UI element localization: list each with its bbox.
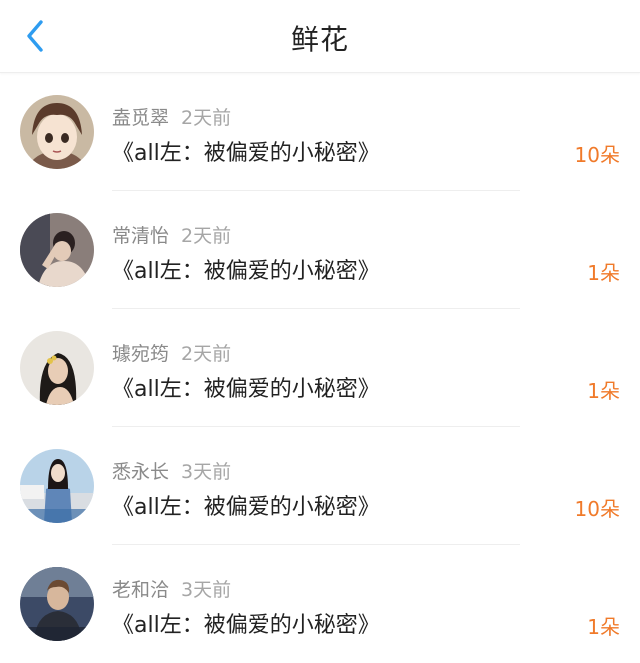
timestamp: 2天前 xyxy=(181,225,232,247)
user-name: 盍觅翠 xyxy=(112,107,170,129)
list-item[interactable]: 悉永长 3天前 《all左：被偏爱的小秘密》 10朵 xyxy=(0,427,640,545)
book-title[interactable]: 《all左：被偏爱的小秘密》 xyxy=(112,253,380,285)
user-name: 老和洽 xyxy=(112,579,170,601)
top-bar: 鲜花 xyxy=(0,0,640,73)
list-item[interactable]: 常清怡 2天前 《all左：被偏爱的小秘密》 1朵 xyxy=(0,191,640,309)
page-title: 鲜花 xyxy=(290,23,349,56)
list-item[interactable]: 老和洽 3天前 《all左：被偏爱的小秘密》 1朵 xyxy=(0,545,640,663)
user-name: 悉永长 xyxy=(112,461,170,483)
avatar[interactable] xyxy=(20,213,94,287)
flower-count: 10朵 xyxy=(574,143,620,167)
user-name: 常清怡 xyxy=(112,225,170,247)
timestamp: 3天前 xyxy=(181,579,232,601)
timestamp: 2天前 xyxy=(181,343,232,365)
avatar[interactable] xyxy=(20,449,94,523)
book-title[interactable]: 《all左：被偏爱的小秘密》 xyxy=(112,607,380,639)
timestamp: 2天前 xyxy=(181,107,232,129)
avatar[interactable] xyxy=(20,331,94,405)
avatar[interactable] xyxy=(20,95,94,169)
flower-list: 盍觅翠 2天前 《all左：被偏爱的小秘密》 10朵 常清怡 2天前 《all左：被… xyxy=(0,73,640,663)
flower-count: 1朵 xyxy=(587,615,620,639)
book-title[interactable]: 《all左：被偏爱的小秘密》 xyxy=(112,489,380,521)
user-name: 璩宛筠 xyxy=(112,343,170,365)
list-item[interactable]: 盍觅翠 2天前 《all左：被偏爱的小秘密》 10朵 xyxy=(0,73,640,191)
book-title[interactable]: 《all左：被偏爱的小秘密》 xyxy=(112,371,380,403)
flower-count: 1朵 xyxy=(587,261,620,285)
list-item[interactable]: 璩宛筠 2天前 《all左：被偏爱的小秘密》 1朵 xyxy=(0,309,640,427)
user-meta: 常清怡 2天前 xyxy=(112,221,231,248)
user-meta: 悉永长 3天前 xyxy=(112,457,231,484)
user-meta: 璩宛筠 2天前 xyxy=(112,339,231,366)
user-meta: 老和洽 3天前 xyxy=(112,575,231,602)
flower-count: 1朵 xyxy=(587,379,620,403)
flower-count: 10朵 xyxy=(574,497,620,521)
book-title[interactable]: 《all左：被偏爱的小秘密》 xyxy=(112,135,380,167)
timestamp: 3天前 xyxy=(181,461,232,483)
user-meta: 盍觅翠 2天前 xyxy=(112,103,231,130)
avatar[interactable] xyxy=(20,567,94,641)
